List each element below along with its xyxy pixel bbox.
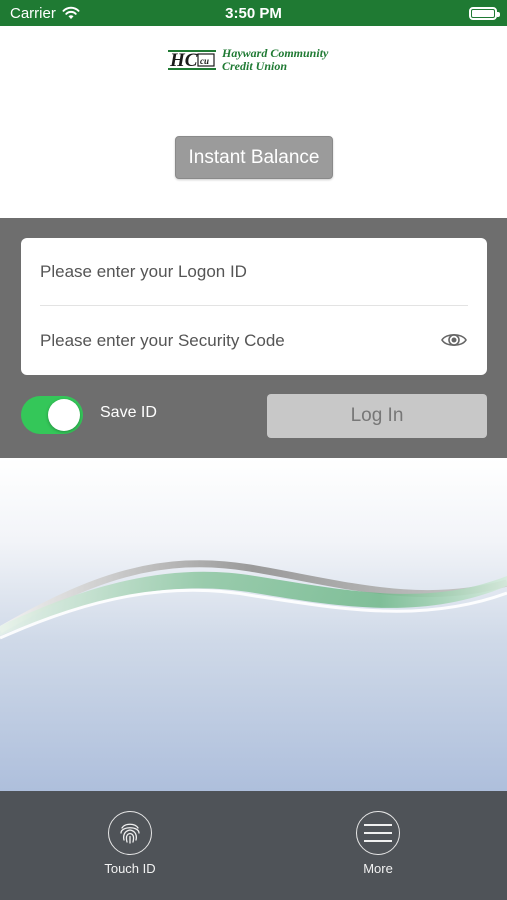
status-bar: Carrier 3:50 PM bbox=[0, 0, 507, 26]
save-id-toggle[interactable] bbox=[21, 396, 83, 434]
more-circle bbox=[356, 811, 400, 855]
logo-line-2: Credit Union bbox=[222, 59, 288, 73]
touch-id-circle bbox=[108, 811, 152, 855]
carrier-label: Carrier bbox=[10, 4, 56, 22]
save-id-label: Save ID bbox=[100, 404, 157, 421]
bottom-tab-bar: Touch ID More bbox=[0, 791, 507, 900]
security-code-field[interactable]: Please enter your Security Code bbox=[40, 307, 468, 375]
touch-id-label: Touch ID bbox=[104, 861, 156, 876]
login-panel: Please enter your Logon ID Please enter … bbox=[0, 218, 507, 458]
credentials-card: Please enter your Logon ID Please enter … bbox=[21, 238, 487, 375]
menu-icon bbox=[364, 824, 392, 842]
tab-touch-id[interactable]: Touch ID bbox=[85, 811, 175, 876]
svg-text:HC: HC bbox=[169, 50, 198, 71]
instant-balance-button[interactable]: Instant Balance bbox=[175, 136, 333, 179]
logon-id-field[interactable]: Please enter your Logon ID bbox=[40, 238, 468, 306]
background-wave bbox=[0, 458, 507, 791]
battery-icon bbox=[469, 6, 500, 20]
eye-icon[interactable] bbox=[440, 329, 468, 351]
svg-text:cu: cu bbox=[200, 56, 209, 66]
wifi-icon bbox=[62, 6, 80, 19]
tab-more[interactable]: More bbox=[333, 811, 423, 876]
fingerprint-icon bbox=[120, 823, 140, 844]
logo-text: Hayward Community Credit Union bbox=[222, 47, 328, 73]
toggle-knob bbox=[48, 399, 80, 431]
brand-logo: HC cu Hayward Community Credit Union bbox=[168, 44, 343, 76]
more-label: More bbox=[363, 861, 393, 876]
security-code-placeholder: Please enter your Security Code bbox=[40, 331, 285, 350]
log-in-button[interactable]: Log In bbox=[267, 394, 487, 438]
hccu-logo-icon: HC cu bbox=[168, 50, 216, 71]
status-left: Carrier bbox=[10, 5, 80, 22]
wave-graphic bbox=[0, 560, 507, 640]
